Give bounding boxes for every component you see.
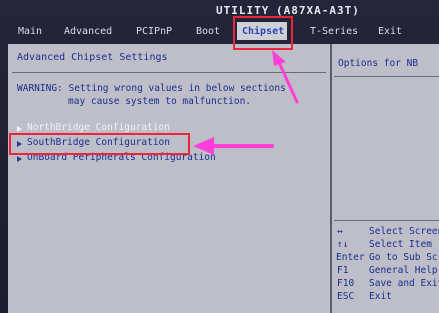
bios-screen: UTILITY (A87XA-A3T) Main Advanced PCIPnP… (0, 0, 439, 313)
annotation-arrows (193, 50, 299, 155)
arrow-to-southbridge-icon (193, 137, 274, 155)
arrow-to-chipset-icon (272, 50, 299, 104)
